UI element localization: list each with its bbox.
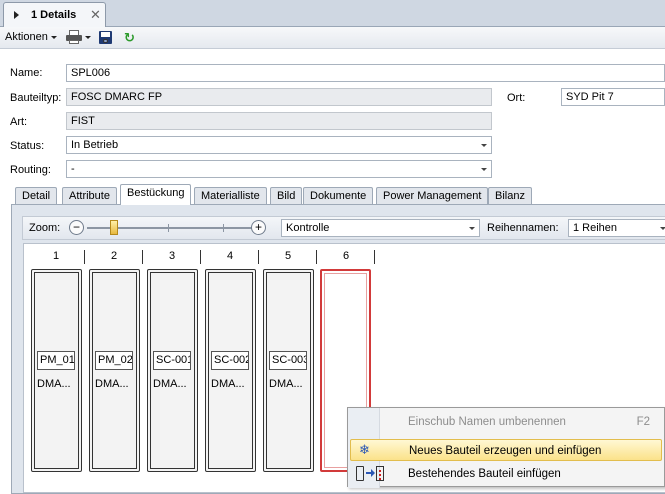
tab-materialliste[interactable]: Materialliste — [194, 187, 267, 204]
slot-type: DMA... — [153, 378, 187, 390]
toolbar: Aktionen ↻ — [0, 27, 665, 49]
slot-number: 5 — [284, 250, 292, 262]
tab-1-details[interactable]: 1 Details ✕ — [3, 2, 106, 27]
menu-item-shortcut: F2 — [636, 416, 650, 428]
menu-item-label: Neues Bauteil erzeugen und einfügen — [409, 445, 602, 457]
slot-card[interactable]: SC-002 DMA... — [205, 269, 256, 472]
bauteiltyp-field: FOSC DMARC FP — [66, 88, 492, 106]
tab-dokumente[interactable]: Dokumente — [303, 187, 374, 204]
view-select[interactable]: Kontrolle — [281, 219, 480, 237]
slot-card[interactable]: PM_02 DMA... — [89, 269, 140, 472]
refresh-icon[interactable]: ↻ — [124, 30, 135, 46]
chevron-down-icon — [481, 144, 487, 147]
zoom-in-button[interactable]: + — [251, 220, 266, 235]
menu-item-label: Bestehendes Bauteil einfügen — [408, 468, 561, 480]
slot-card[interactable]: PM_01 DMA... — [31, 269, 82, 472]
close-icon[interactable]: ✕ — [90, 7, 101, 23]
slot-type: DMA... — [37, 378, 71, 390]
document-tab-strip: 1 Details ✕ — [0, 0, 665, 27]
save-icon[interactable] — [99, 31, 112, 44]
context-menu: Einschub Namen umbenennen F2 ❄ Neues Bau… — [347, 407, 665, 488]
tab-bestueckung[interactable]: Bestückung — [120, 184, 192, 205]
ort-field[interactable]: SYD Pit 7 — [561, 88, 665, 106]
routing-label: Routing: — [10, 164, 51, 176]
print-button[interactable] — [66, 30, 91, 44]
slot-card[interactable]: SC-003 DMA... — [263, 269, 314, 472]
view-select-value: Kontrolle — [286, 222, 330, 234]
menu-item-label: Einschub Namen umbenennen — [408, 416, 566, 428]
tab-title: 1 Details — [31, 9, 77, 21]
slot-number: 1 — [52, 250, 60, 262]
tab-attribute[interactable]: Attribute — [62, 187, 117, 204]
ort-label: Ort: — [507, 92, 526, 104]
actions-menu[interactable]: Aktionen — [5, 31, 57, 43]
slot-type: DMA... — [95, 378, 129, 390]
chevron-down-icon — [85, 35, 91, 39]
slot-name: PM_01 — [37, 351, 75, 370]
row-names-select[interactable]: 1 Reihen — [568, 219, 665, 237]
bauteiltyp-label: Bauteiltyp: — [10, 92, 62, 104]
insert-component-icon — [356, 466, 384, 482]
slot-type: DMA... — [269, 378, 303, 390]
name-label: Name: — [10, 67, 43, 79]
tab-bild[interactable]: Bild — [270, 187, 303, 204]
printer-icon — [66, 30, 82, 44]
slot-number: 4 — [226, 250, 234, 262]
art-field: FIST — [66, 112, 492, 130]
routing-select[interactable]: - — [66, 160, 492, 178]
chevron-down-icon — [660, 227, 665, 230]
menu-item-create-new-component[interactable]: ❄ Neues Bauteil erzeugen und einfügen — [350, 439, 662, 461]
status-select[interactable]: In Betrieb — [66, 136, 492, 154]
tab-expand-icon[interactable] — [14, 11, 19, 19]
chevron-down-icon — [481, 168, 487, 171]
chevron-down-icon — [469, 227, 475, 230]
tab-power-management[interactable]: Power Management — [376, 187, 489, 204]
zoom-out-button[interactable]: − — [69, 220, 84, 235]
slot-name: SC-003 — [269, 351, 307, 370]
slot-card[interactable]: SC-001 DMA... — [147, 269, 198, 472]
tab-detail[interactable]: Detail — [15, 187, 58, 204]
art-label: Art: — [10, 116, 28, 128]
status-value: In Betrieb — [71, 139, 119, 151]
new-item-icon: ❄ — [359, 442, 370, 457]
row-names-label: Reihennamen: — [487, 222, 559, 234]
menu-item-insert-existing-component[interactable]: Bestehendes Bauteil einfügen — [350, 463, 662, 485]
slot-number: 6 — [342, 250, 350, 262]
slot-name: PM_02 — [95, 351, 133, 370]
actions-menu-label: Aktionen — [5, 31, 48, 43]
row-names-value: 1 Reihen — [573, 222, 618, 234]
slot-name: SC-002 — [211, 351, 249, 370]
slot-number: 2 — [110, 250, 118, 262]
menu-item-rename-slot[interactable]: Einschub Namen umbenennen F2 — [350, 411, 662, 433]
slot-number: 3 — [168, 250, 176, 262]
slot-name: SC-001 — [153, 351, 191, 370]
chevron-down-icon — [50, 35, 57, 39]
tab-bilanz[interactable]: Bilanz — [488, 187, 532, 204]
slot-type: DMA... — [211, 378, 245, 390]
zoom-label: Zoom: — [29, 222, 61, 234]
zoom-slider-thumb[interactable] — [110, 220, 118, 235]
name-field[interactable]: SPL006 — [66, 64, 665, 82]
status-label: Status: — [10, 140, 45, 152]
zoom-toolbar: Zoom: − + Kontrolle Reihennamen: 1 Reihe… — [22, 216, 665, 240]
routing-value: - — [71, 163, 75, 175]
